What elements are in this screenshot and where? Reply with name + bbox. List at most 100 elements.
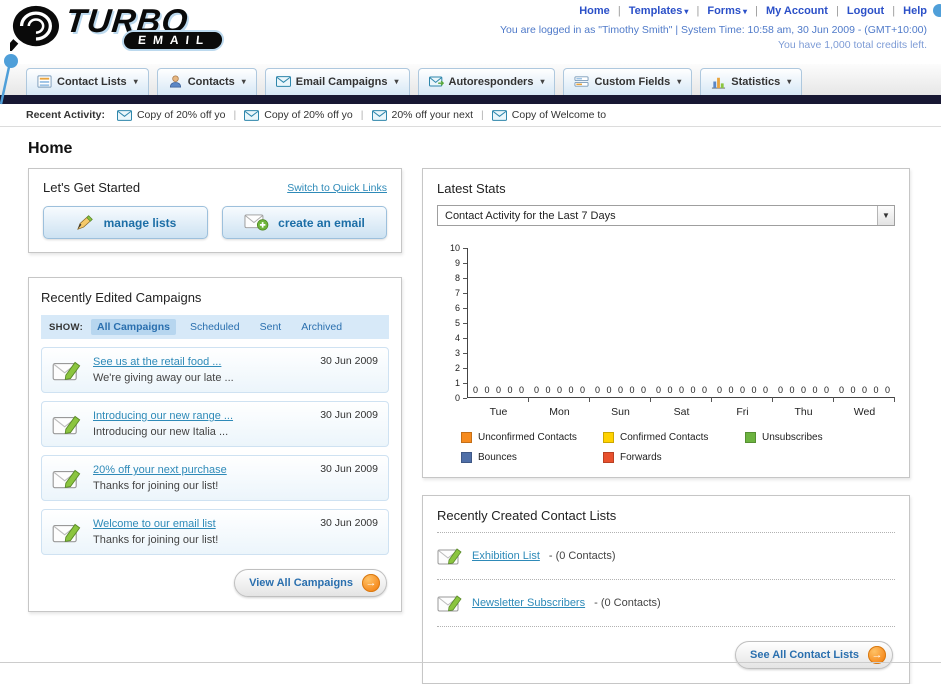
x-axis-label: Mon: [549, 406, 570, 418]
legend-item: Bounces: [461, 452, 603, 463]
tab-statistics[interactable]: Statistics ▾: [700, 68, 803, 95]
campaign-row[interactable]: Introducing our new range ... Introducin…: [41, 401, 389, 447]
manage-lists-button[interactable]: manage lists: [43, 206, 208, 239]
filter-sent[interactable]: Sent: [254, 319, 288, 335]
pencil-icon: [75, 214, 95, 232]
campaign-date: 30 Jun 2009: [320, 463, 378, 475]
dropdown-arrow-icon: ▾: [394, 77, 399, 86]
recent-activity-item[interactable]: 20% off your next: [372, 109, 474, 121]
envelope-pencil-icon: [52, 467, 82, 490]
get-started-panel: Let's Get Started Switch to Quick Links …: [28, 168, 402, 253]
view-all-campaigns-button[interactable]: View All Campaigns →: [234, 569, 387, 597]
select-arrow-icon: ▼: [877, 206, 894, 225]
tab-contacts[interactable]: Contacts ▾: [156, 68, 257, 95]
contact-list-link[interactable]: Newsletter Subscribers: [472, 597, 585, 609]
campaign-row[interactable]: Welcome to our email list Thanks for joi…: [41, 509, 389, 555]
legend-swatch: [461, 432, 472, 443]
get-started-title: Let's Get Started: [43, 180, 141, 195]
main-nav: Contact Lists ▾ Contacts ▾ Email Campaig…: [0, 64, 941, 95]
logo-word-email: EMAIL: [123, 32, 224, 50]
stats-period-select[interactable]: Contact Activity for the Last 7 Days ▼: [437, 205, 895, 226]
email-icon: [492, 110, 507, 121]
top-nav-templates[interactable]: Templates ▾: [629, 5, 689, 17]
dotted-divider: [437, 579, 895, 580]
x-axis-label: Thu: [794, 406, 813, 418]
stats-period-value: Contact Activity for the Last 7 Days: [445, 209, 616, 222]
chart-legend: Unconfirmed Contacts Confirmed Contacts Un…: [461, 432, 895, 463]
campaign-subtitle: Introducing our new Italia ...: [93, 426, 229, 438]
chart-category-thu: 0 0 0 0 0 Thu: [773, 248, 834, 418]
value-labels: 0 0 0 0 0: [777, 385, 830, 395]
recent-activity-item-label: 20% off your next: [391, 109, 474, 121]
chart-y-axis: 10 9 8 7 6 5 4 3 2 1 0: [449, 243, 460, 403]
tab-label: Autoresponders: [448, 75, 534, 88]
top-nav-my-account[interactable]: My Account: [766, 5, 828, 17]
contact-lists-icon: [37, 74, 52, 89]
dropdown-arrow-icon: ▾: [241, 77, 246, 86]
email-campaigns-icon: [276, 74, 291, 89]
top-nav-home[interactable]: Home: [579, 5, 610, 17]
campaign-title-link[interactable]: See us at the retail food ...: [93, 356, 234, 368]
value-labels: 0 0 0 0 0: [716, 385, 769, 395]
custom-fields-icon: [574, 74, 589, 89]
campaign-row[interactable]: See us at the retail food ... We're givi…: [41, 347, 389, 393]
envelope-plus-icon: [244, 214, 269, 231]
legend-label: Unsubscribes: [762, 432, 823, 443]
activity-separator: |: [233, 109, 237, 121]
legend-label: Bounces: [478, 452, 517, 463]
tab-autoresponders[interactable]: Autoresponders ▾: [417, 68, 556, 95]
tab-custom-fields[interactable]: Custom Fields ▾: [563, 68, 693, 95]
chart-category-sun: 0 0 0 0 0 Sun: [590, 248, 651, 418]
contact-list-row[interactable]: Exhibition List - (0 Contacts): [437, 542, 895, 570]
campaign-title-link[interactable]: 20% off your next purchase: [93, 464, 227, 476]
campaign-subtitle: Thanks for joining our list!: [93, 534, 219, 546]
chart-category-tue: 0 0 0 0 0 Tue: [468, 248, 529, 418]
campaign-title-link[interactable]: Introducing our new range ...: [93, 410, 233, 422]
filter-archived[interactable]: Archived: [295, 319, 348, 335]
filter-scheduled[interactable]: Scheduled: [184, 319, 246, 335]
dropdown-arrow-icon: ▾: [684, 7, 689, 16]
edge-marker-dot: [933, 4, 941, 17]
tab-contact-lists[interactable]: Contact Lists ▾: [26, 68, 149, 95]
recent-activity-item-label: Copy of Welcome to: [511, 109, 607, 121]
campaigns-panel: Recently Edited Campaigns SHOW: All Camp…: [28, 277, 402, 612]
tab-label: Contacts: [187, 75, 235, 88]
right-column: Latest Stats Contact Activity for the La…: [422, 168, 910, 684]
chart-category-mon: 0 0 0 0 0 Mon: [529, 248, 590, 418]
recent-activity-item[interactable]: Copy of 20% off yo: [244, 109, 353, 121]
switch-quick-links-link[interactable]: Switch to Quick Links: [287, 182, 387, 194]
tab-email-campaigns[interactable]: Email Campaigns ▾: [264, 68, 410, 95]
dropdown-arrow-icon: ▾: [677, 77, 682, 86]
top-nav-forms[interactable]: Forms ▾: [707, 5, 747, 17]
top-nav-help[interactable]: Help: [903, 5, 927, 17]
legend-item: Unconfirmed Contacts: [461, 432, 603, 443]
value-labels: 0 0 0 0 0: [838, 385, 891, 395]
tab-label: Statistics: [731, 75, 781, 88]
manage-lists-label: manage lists: [103, 215, 177, 230]
contact-list-row[interactable]: Newsletter Subscribers - (0 Contacts): [437, 589, 895, 617]
x-axis-label: Fri: [736, 406, 749, 418]
see-all-contact-lists-label: See All Contact Lists: [749, 649, 859, 661]
stats-panel: Latest Stats Contact Activity for the La…: [422, 168, 910, 478]
legend-item: Forwards: [603, 452, 745, 463]
footer-divider: [0, 662, 941, 663]
recent-activity-item[interactable]: Copy of 20% off yo: [117, 109, 226, 121]
chart-category-wed: 0 0 0 0 0 Wed: [834, 248, 895, 418]
filter-all-campaigns[interactable]: All Campaigns: [91, 319, 176, 335]
campaign-row[interactable]: 20% off your next purchase Thanks for jo…: [41, 455, 389, 501]
activity-separator: |: [360, 109, 364, 121]
x-axis-label: Wed: [853, 406, 876, 418]
app-logo[interactable]: TURBO EMAIL: [10, 2, 224, 51]
campaign-filter-bar: SHOW: All Campaigns Scheduled Sent Archi…: [41, 315, 389, 339]
top-nav-logout[interactable]: Logout: [847, 5, 884, 17]
create-email-button[interactable]: create an email: [222, 206, 387, 239]
email-icon: [244, 110, 259, 121]
contact-list-link[interactable]: Exhibition List: [472, 550, 540, 562]
recent-activity-item[interactable]: Copy of Welcome to: [492, 109, 606, 121]
legend-swatch: [461, 452, 472, 463]
header: TURBO EMAIL Home | Templates ▾ | Forms ▾ |…: [0, 0, 941, 64]
legend-swatch: [745, 432, 756, 443]
see-all-contact-lists-button[interactable]: See All Contact Lists →: [734, 641, 893, 669]
campaign-subtitle: We're giving away our late ...: [93, 372, 234, 384]
campaign-title-link[interactable]: Welcome to our email list: [93, 518, 218, 530]
